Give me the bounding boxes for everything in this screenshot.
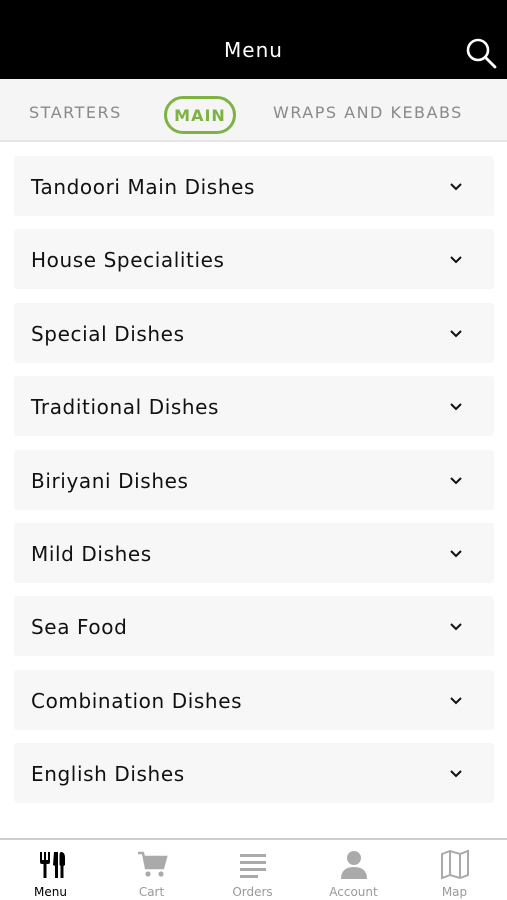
search-icon[interactable]	[464, 36, 498, 70]
chevron-down-icon	[450, 256, 462, 264]
category-tabs: STARTERS MAIN WRAPS AND KEBABS	[0, 79, 507, 142]
chevron-down-icon	[450, 770, 462, 778]
bottom-nav: Menu Cart Orders Account Map	[0, 838, 507, 900]
category-item[interactable]: Combination Dishes	[14, 669, 494, 730]
category-label: Combination Dishes	[31, 688, 243, 713]
top-bar: Menu	[0, 0, 507, 79]
category-item[interactable]: Biriyani Dishes	[14, 449, 494, 510]
category-label: English Dishes	[31, 762, 185, 787]
chevron-down-icon	[450, 550, 462, 558]
nav-menu[interactable]: Menu	[0, 840, 101, 900]
chevron-down-icon	[450, 476, 462, 484]
tab-starters[interactable]: STARTERS	[29, 103, 122, 122]
category-item[interactable]: Sea Food	[14, 596, 494, 657]
person-icon	[341, 851, 367, 879]
chevron-down-icon	[450, 697, 462, 705]
nav-orders[interactable]: Orders	[202, 840, 303, 900]
nav-map[interactable]: Map	[404, 840, 505, 900]
category-item[interactable]: English Dishes	[14, 743, 494, 804]
category-label: Traditional Dishes	[31, 395, 220, 420]
category-item[interactable]: Tandoori Main Dishes	[14, 156, 494, 216]
cutlery-icon	[40, 852, 65, 878]
category-item[interactable]: House Specialities	[14, 229, 494, 290]
tab-main[interactable]: MAIN	[164, 96, 236, 134]
page-title: Menu	[224, 38, 283, 62]
nav-orders-label: Orders	[232, 885, 273, 899]
category-label: Sea Food	[31, 615, 128, 640]
nav-map-label: Map	[441, 885, 468, 899]
category-item[interactable]: Mild Dishes	[14, 522, 494, 583]
category-item[interactable]: Special Dishes	[14, 302, 494, 363]
cart-icon	[138, 851, 168, 877]
nav-menu-label: Menu	[34, 885, 67, 899]
map-icon	[441, 849, 469, 880]
chevron-down-icon	[450, 330, 462, 338]
category-list: Tandoori Main Dishes House Specialities …	[14, 156, 494, 817]
category-label: Special Dishes	[31, 321, 185, 346]
nav-account[interactable]: Account	[303, 840, 404, 900]
chevron-down-icon	[450, 183, 462, 191]
category-item[interactable]: Traditional Dishes	[14, 376, 494, 437]
category-label: Biriyani Dishes	[31, 468, 189, 493]
chevron-down-icon	[450, 623, 462, 631]
category-label: Tandoori Main Dishes	[31, 175, 256, 199]
nav-account-label: Account	[329, 885, 378, 899]
list-icon	[240, 854, 266, 878]
chevron-down-icon	[450, 403, 462, 411]
category-label: House Specialities	[31, 248, 225, 273]
tab-wraps-and-kebabs[interactable]: WRAPS AND KEBABS	[273, 103, 463, 122]
nav-cart[interactable]: Cart	[101, 840, 202, 900]
nav-cart-label: Cart	[138, 885, 165, 899]
category-label: Mild Dishes	[31, 541, 152, 566]
